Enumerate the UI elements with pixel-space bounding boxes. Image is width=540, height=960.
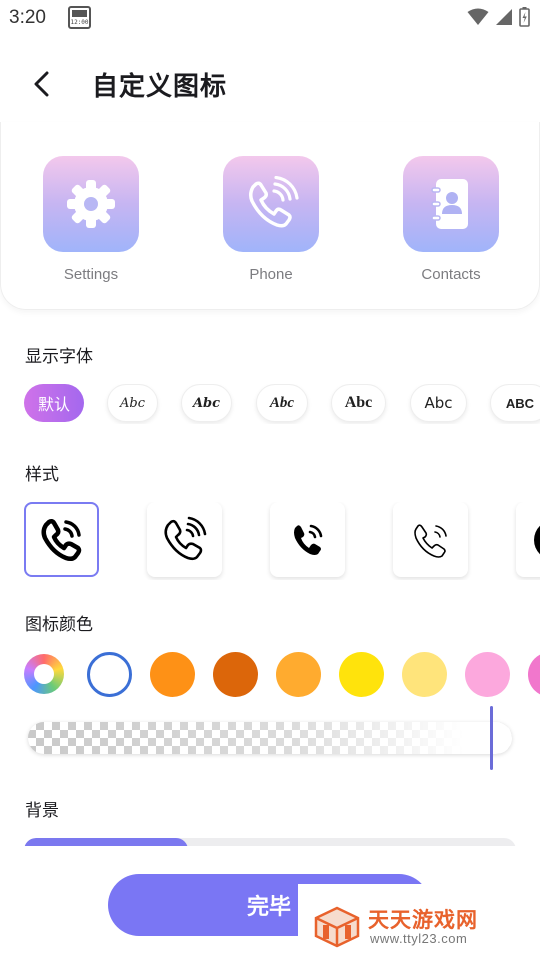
preview-phone-tile (223, 156, 319, 252)
calendar-badge-text: 12:00 (70, 19, 89, 26)
wifi-icon (467, 8, 489, 25)
preview-contacts-label: Contacts (421, 266, 481, 283)
watermark-name: 天天游戏网 (368, 908, 478, 932)
phone-outline-wave-icon (163, 516, 206, 560)
style-option-1[interactable] (24, 502, 99, 577)
color-swatch[interactable] (528, 652, 540, 697)
font-option-default[interactable]: 默认 (24, 384, 84, 422)
watermark-logo-icon (314, 906, 360, 948)
font-option-serif-italic[interactable]: Abc (256, 384, 308, 422)
color-swatch-spectrum[interactable] (24, 654, 64, 694)
preview-settings-label: Settings (63, 266, 119, 283)
status-time: 3:20 (9, 7, 46, 28)
font-option-sans[interactable]: Abc (410, 384, 467, 422)
color-swatch-selected[interactable] (87, 652, 132, 697)
style-option-4[interactable] (393, 502, 468, 577)
font-section-title: 显示字体 (25, 347, 93, 367)
app-bar: 自定义图标 (0, 52, 540, 116)
font-option-script-light[interactable]: Abc (107, 384, 158, 422)
style-section-title: 样式 (25, 465, 59, 485)
spectrum-center (34, 664, 54, 684)
phone-circle-icon (533, 524, 540, 555)
color-swatch[interactable] (150, 652, 195, 697)
preview-phone: Phone (201, 156, 341, 283)
contact-book-icon (431, 179, 468, 229)
opacity-slider-track[interactable] (28, 722, 512, 754)
color-swatch[interactable] (276, 652, 321, 697)
font-option-serif-bold[interactable]: Abc (331, 384, 386, 422)
battery-icon (519, 7, 530, 27)
status-bar: 3:20 12:00 (0, 0, 540, 36)
color-section-title: 图标颜色 (25, 615, 93, 635)
phone-solid-small-icon (293, 524, 322, 555)
preview-settings-tile (43, 156, 139, 252)
font-option-script-bold[interactable]: Abc (181, 384, 232, 422)
site-watermark: 天天游戏网 www.ttyl23.com (298, 884, 540, 960)
chevron-left-icon (34, 71, 49, 97)
page-title: 自定义图标 (92, 72, 228, 102)
style-options (24, 502, 540, 580)
preview-contacts-tile (403, 156, 499, 252)
opacity-gradient (28, 722, 512, 754)
phone-wave-icon (248, 176, 299, 228)
back-button[interactable] (24, 66, 60, 102)
preview-contacts: Contacts (381, 156, 521, 283)
status-icons (467, 7, 530, 27)
style-option-2[interactable] (147, 502, 222, 577)
background-section-title: 背景 (25, 801, 59, 821)
preview-settings: Settings (21, 156, 161, 283)
phone-thin-icon (413, 523, 447, 558)
watermark-url: www.ttyl23.com (370, 931, 468, 946)
font-options: 默认 Abc Abc Abc Abc Abc ABC (24, 384, 540, 424)
style-option-3[interactable] (270, 502, 345, 577)
color-swatch[interactable] (402, 652, 447, 697)
color-swatch[interactable] (465, 652, 510, 697)
color-swatches (24, 652, 540, 700)
preview-phone-label: Phone (249, 266, 293, 283)
icon-preview-card: Settings Phone Contacts (0, 122, 540, 310)
style-option-5[interactable] (516, 502, 540, 577)
color-swatch[interactable] (213, 652, 258, 697)
color-swatch[interactable] (339, 652, 384, 697)
calendar-notification-icon: 12:00 (68, 6, 91, 29)
cell-signal-icon (496, 9, 512, 25)
font-option-caps[interactable]: ABC (490, 384, 540, 422)
opacity-slider-handle[interactable] (490, 706, 493, 770)
gear-icon (67, 180, 115, 228)
phone-bold-icon (40, 518, 81, 561)
